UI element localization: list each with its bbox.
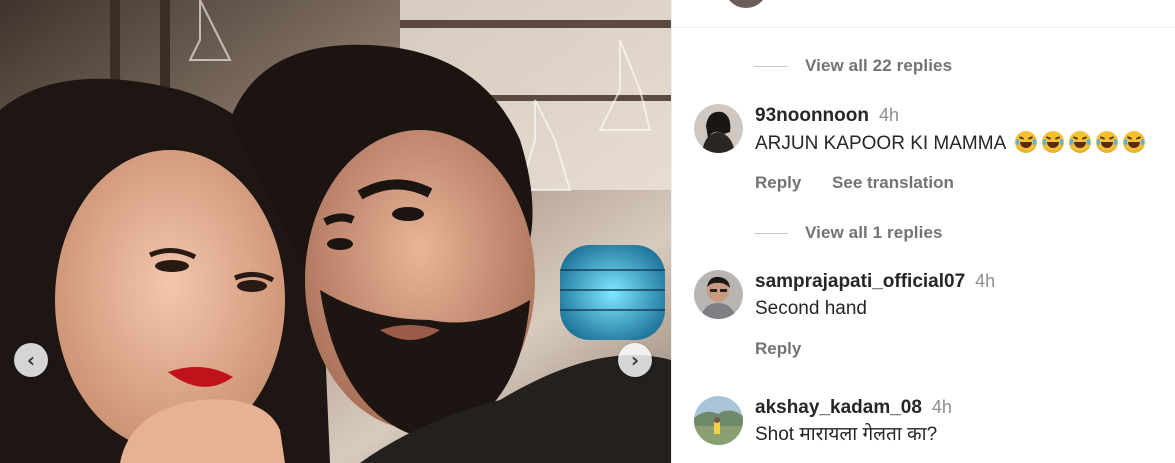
- avatar-image: [694, 396, 743, 445]
- comment-actions: Reply See translation: [755, 173, 954, 193]
- avatar[interactable]: [724, 0, 768, 8]
- divider: [672, 27, 1175, 28]
- face-with-tears-of-joy-icon: [1123, 131, 1146, 153]
- chevron-right-icon: ›: [630, 348, 640, 372]
- comment-username[interactable]: samprajapati_official07: [755, 271, 965, 292]
- see-translation-button[interactable]: See translation: [832, 173, 954, 192]
- avatar[interactable]: [694, 396, 743, 445]
- avatar[interactable]: [694, 104, 743, 153]
- comments-panel[interactable]: View all 22 replies 93noonnoon 4h ARJUN K…: [672, 0, 1175, 463]
- previous-photo-button[interactable]: ‹: [14, 343, 48, 377]
- view-replies-button[interactable]: View all 1 replies: [754, 223, 943, 243]
- next-photo-button[interactable]: ›: [618, 343, 652, 377]
- comment-username[interactable]: akshay_kadam_08: [755, 397, 922, 418]
- comment-time[interactable]: 4h: [879, 105, 899, 125]
- comment-text: ARJUN KAPOOR KI MAMMA: [755, 131, 1146, 156]
- face-with-tears-of-joy-icon: [1096, 131, 1119, 153]
- avatar-image: [694, 104, 743, 153]
- avatar-image: [694, 270, 743, 319]
- comment-username[interactable]: 93noonnoon: [755, 105, 869, 126]
- face-with-tears-of-joy-icon: [1015, 131, 1038, 153]
- face-with-tears-of-joy-icon: [1069, 131, 1092, 153]
- post-photo: ‹ ›: [0, 0, 671, 463]
- comment-body: 93noonnoon 4h ARJUN KAPOOR KI MAMMA: [755, 104, 1146, 156]
- view-replies-label: View all 1 replies: [805, 223, 943, 242]
- chevron-left-icon: ‹: [26, 348, 36, 372]
- reply-button[interactable]: Reply: [755, 173, 801, 192]
- face-with-tears-of-joy-icon: [1042, 131, 1065, 153]
- comment-text: Shot मारायला गेलता का?: [755, 424, 938, 445]
- reply-button[interactable]: Reply: [755, 339, 801, 358]
- comment-time[interactable]: 4h: [932, 397, 952, 417]
- view-replies-label: View all 22 replies: [805, 56, 953, 75]
- comment-time[interactable]: 4h: [975, 271, 995, 291]
- replies-dash: [754, 232, 788, 234]
- photo-image: [0, 0, 671, 463]
- avatar[interactable]: [694, 270, 743, 319]
- replies-dash: [754, 65, 788, 67]
- view-replies-button[interactable]: View all 22 replies: [754, 56, 952, 76]
- comment-actions: Reply: [755, 339, 801, 359]
- comment-text-content: ARJUN KAPOOR KI MAMMA: [755, 133, 1006, 154]
- comment-body: samprajapati_official07 4h Second hand: [755, 270, 995, 321]
- comment-text: Second hand: [755, 298, 867, 319]
- comment-body: akshay_kadam_08 4h Shot मारायला गेलता का?: [755, 396, 952, 447]
